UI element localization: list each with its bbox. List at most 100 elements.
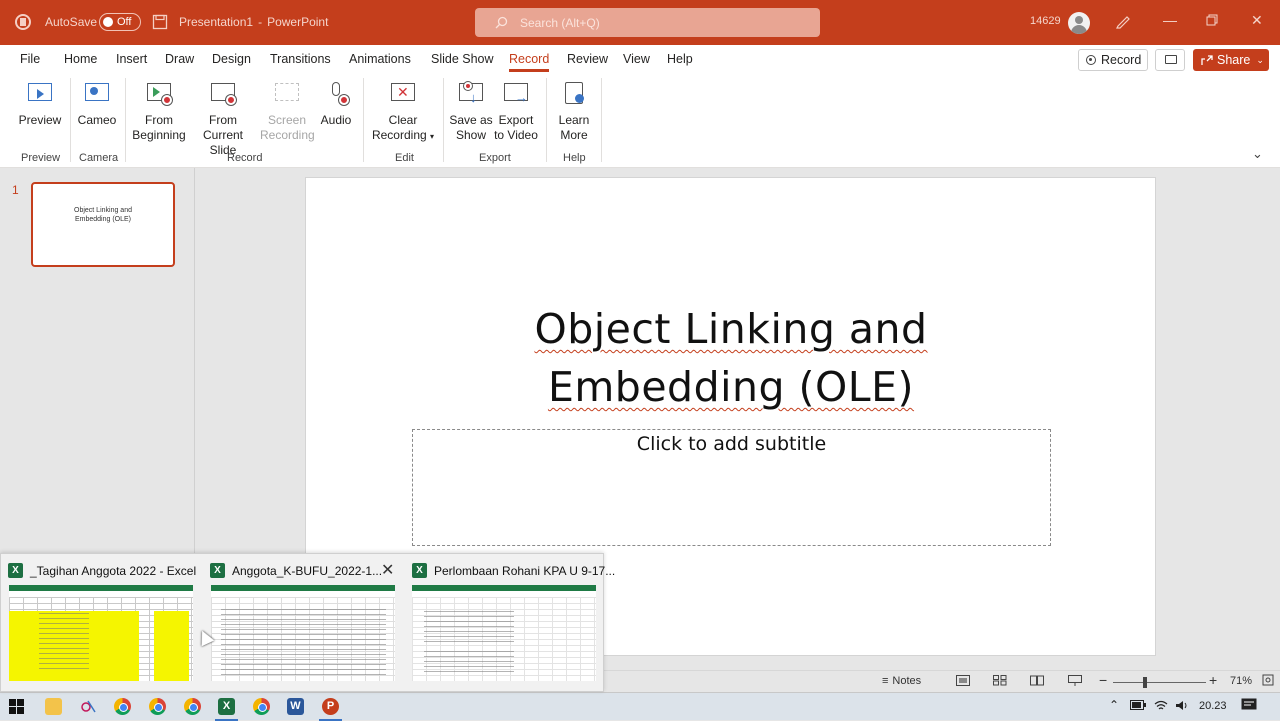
notes-icon: ≡ [882,675,889,687]
chrome-icon[interactable] [253,698,270,715]
zoom-in-icon[interactable]: + [1209,672,1217,688]
share-chevron-icon[interactable]: ⌄ [1256,55,1264,66]
preview-button[interactable]: Preview [18,80,62,128]
learn-more-button[interactable]: Learn More [553,80,595,143]
group-export: Export [479,152,511,164]
notification-icon[interactable] [1241,698,1257,715]
menu-draw[interactable]: Draw [165,52,194,66]
save-icon[interactable] [152,14,168,30]
zoom-slider-thumb[interactable] [1143,677,1147,688]
title-separator: - [258,15,263,29]
excel-icon: X [412,563,427,578]
fit-to-window-icon[interactable] [1261,673,1275,690]
preview-icon [25,80,55,110]
learn-more-icon [559,80,589,110]
collapse-ribbon-chevron-icon[interactable]: ⌄ [1252,146,1263,162]
restore-icon[interactable] [1206,13,1218,29]
app-name: PowerPoint [267,15,329,29]
comments-button[interactable] [1155,49,1185,71]
clear-recording-button[interactable]: ✕ Clear Recording ▾ [370,80,436,144]
menu-help[interactable]: Help [667,52,693,66]
file-explorer-icon[interactable] [45,698,62,715]
search-box[interactable]: Search (Alt+Q) [475,8,820,37]
pen-icon[interactable] [1115,13,1131,29]
export-video-icon: → [501,80,531,110]
zoom-slider[interactable] [1113,682,1206,683]
save-as-show-label-2: Show [455,128,487,142]
autosave-label: AutoSave [45,15,98,29]
clear-recording-label-1: Clear [388,113,418,127]
ribbon-divider [546,78,547,162]
preview-label: Preview [18,113,62,127]
autosave-toggle[interactable]: Off [99,13,141,31]
avatar[interactable] [1068,12,1090,34]
chrome-icon[interactable] [184,698,201,715]
wifi-icon[interactable] [1154,700,1168,714]
menu-insert[interactable]: Insert [116,52,147,66]
record-from-current-button[interactable]: From Current Slide [190,80,256,158]
preview-thumbnail-3[interactable] [412,585,596,681]
preview-window-title-3[interactable]: X Perlombaan Rohani KPA U 9-17... [412,563,615,578]
volume-icon[interactable] [1175,700,1189,714]
save-as-show-button[interactable]: ↓ Save as Show [449,80,493,143]
slide-show-icon[interactable] [1068,675,1082,690]
slide-thumbnail[interactable]: Object Linking and Embedding (OLE) [31,182,175,267]
close-icon[interactable]: ✕ [1251,12,1263,29]
subtitle-placeholder[interactable]: Click to add subtitle [412,429,1051,546]
menu-file[interactable]: File [20,52,40,66]
clock-time[interactable]: 20.23 [1199,700,1227,712]
search-placeholder: Search (Alt+Q) [520,15,600,30]
powerpoint-taskbar-icon[interactable]: P [319,698,342,721]
preview-window-title-1[interactable]: X _Tagihan Anggota 2022 - Excel [8,563,196,578]
excel-icon[interactable]: X [215,698,238,721]
minimize-icon[interactable]: — [1163,12,1177,28]
ribbon-divider [125,78,126,162]
slide-sorter-icon[interactable] [993,675,1007,689]
share-button[interactable]: Share ⌄ [1193,49,1269,71]
chrome-icon[interactable] [149,698,166,715]
cameo-button[interactable]: Cameo [76,80,118,128]
excel-icon: X [8,563,23,578]
screen-recording-button[interactable]: Screen Recording [260,80,315,143]
group-camera: Camera [79,152,119,164]
preview-window-title-2[interactable]: X Anggota_K-BUFU_2022-1... [210,563,382,578]
from-beginning-label-1: From [145,113,173,127]
normal-view-icon[interactable] [956,675,970,689]
from-current-label-1: From [209,113,237,127]
menu-home[interactable]: Home [64,52,97,66]
autosave-state: Off [117,16,132,28]
zoom-level[interactable]: 71% [1230,675,1252,687]
preview-thumbnail-1[interactable] [9,585,193,681]
excel-icon: X [210,563,225,578]
preview-thumbnail-2[interactable] [211,585,395,681]
word-icon[interactable]: W [287,698,304,715]
menu-slide-show[interactable]: Slide Show [431,52,494,66]
screen-recording-icon [272,80,302,110]
save-as-show-icon: ↓ [456,80,486,110]
snipping-tool-icon[interactable] [80,698,97,715]
battery-icon[interactable] [1130,700,1146,713]
from-beginning-label-2: Beginning [132,128,186,142]
chrome-icon[interactable] [114,698,131,715]
menu-animations[interactable]: Animations [349,52,411,66]
menu-transitions[interactable]: Transitions [270,52,331,66]
export-to-video-button[interactable]: → Export to Video [494,80,538,143]
reading-view-icon[interactable] [1030,675,1044,689]
record-from-beginning-button[interactable]: From Beginning [130,80,188,143]
slide-title[interactable]: Object Linking and Embedding (OLE) [456,300,1006,416]
preview-close-icon[interactable]: ✕ [381,560,394,580]
menu-view[interactable]: View [623,52,650,66]
menu-review[interactable]: Review [567,52,608,66]
menu-record[interactable]: Record [509,52,550,72]
windows-start-icon[interactable] [9,699,26,716]
record-button[interactable]: Record [1078,49,1148,71]
record-from-current-icon [208,80,238,110]
menu-design[interactable]: Design [212,52,251,66]
zoom-out-icon[interactable]: − [1099,672,1107,688]
cameo-label: Cameo [77,113,117,127]
audio-button[interactable]: Audio [318,80,354,128]
tray-chevron-up-icon[interactable]: ⌃ [1109,698,1119,712]
title-line-2: Embedding (OLE) [547,363,915,411]
notes-button[interactable]: ≡ Notes [882,675,921,687]
powerpoint-logo-icon [14,13,32,31]
